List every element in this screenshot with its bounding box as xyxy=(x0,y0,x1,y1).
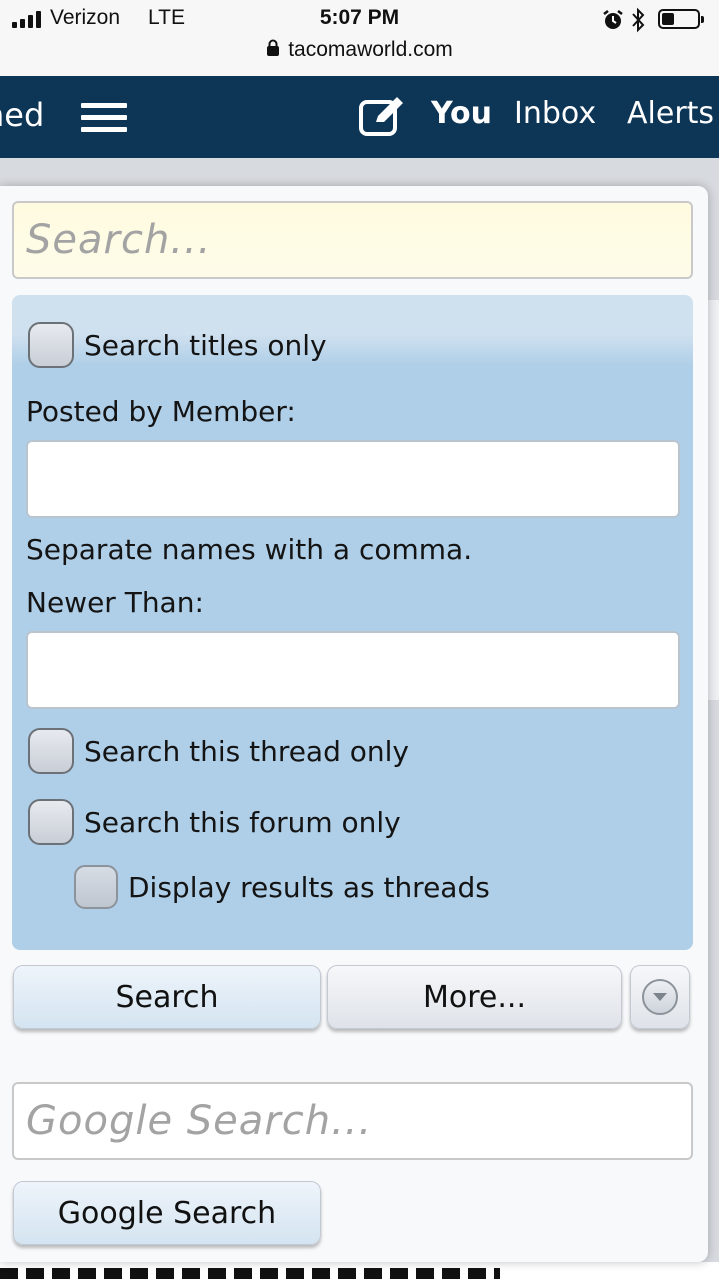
search-titles-only-checkbox[interactable] xyxy=(28,322,74,368)
bluetooth-icon xyxy=(632,7,645,33)
google-search-input[interactable] xyxy=(12,1082,693,1160)
compose-icon[interactable] xyxy=(358,95,406,137)
site-nav-bar: ned You Inbox Alerts xyxy=(0,76,719,158)
display-as-threads-label: Display results as threads xyxy=(128,870,490,904)
hamburger-menu-icon[interactable] xyxy=(81,103,127,132)
search-options-panel: Search titles only Posted by Member: Sep… xyxy=(12,295,693,950)
search-thread-only-label: Search this thread only xyxy=(84,734,409,768)
address-bar[interactable]: tacomaworld.com xyxy=(0,38,719,62)
search-titles-only-option[interactable]: Search titles only xyxy=(28,322,327,368)
search-forum-only-checkbox[interactable] xyxy=(28,799,74,845)
search-forum-only-option[interactable]: Search this forum only xyxy=(28,799,401,845)
search-forum-only-label: Search this forum only xyxy=(84,805,401,839)
more-options-button[interactable]: More... xyxy=(327,965,622,1029)
google-search-button[interactable]: Google Search xyxy=(13,1181,321,1245)
status-bar: Verizon LTE 5:07 PM tacomaworld.com xyxy=(0,0,719,76)
newer-than-label: Newer Than: xyxy=(26,586,204,619)
battery-icon xyxy=(658,9,704,29)
background-page-text xyxy=(0,1262,719,1279)
nav-you[interactable]: You xyxy=(431,96,492,131)
alarm-icon xyxy=(603,10,623,29)
search-input[interactable] xyxy=(12,201,693,279)
search-titles-only-label: Search titles only xyxy=(84,328,327,362)
posted-by-member-field[interactable] xyxy=(26,440,680,518)
search-popup: Search titles only Posted by Member: Sep… xyxy=(0,186,708,1262)
lock-icon xyxy=(267,39,280,56)
newer-than-field[interactable] xyxy=(26,631,680,709)
nav-item-partial[interactable]: ned xyxy=(0,96,44,134)
display-as-threads-option[interactable]: Display results as threads xyxy=(74,865,490,909)
saved-searches-dropdown[interactable] xyxy=(630,965,690,1029)
posted-by-label: Posted by Member: xyxy=(26,395,296,428)
nav-alerts[interactable]: Alerts xyxy=(627,96,714,131)
search-thread-only-option[interactable]: Search this thread only xyxy=(28,728,409,774)
search-thread-only-checkbox[interactable] xyxy=(28,728,74,774)
nav-inbox[interactable]: Inbox xyxy=(514,96,596,131)
url-text: tacomaworld.com xyxy=(288,38,453,61)
chevron-down-icon xyxy=(642,979,678,1015)
names-hint: Separate names with a comma. xyxy=(26,533,473,566)
display-as-threads-checkbox[interactable] xyxy=(74,865,118,909)
search-button[interactable]: Search xyxy=(13,965,321,1029)
